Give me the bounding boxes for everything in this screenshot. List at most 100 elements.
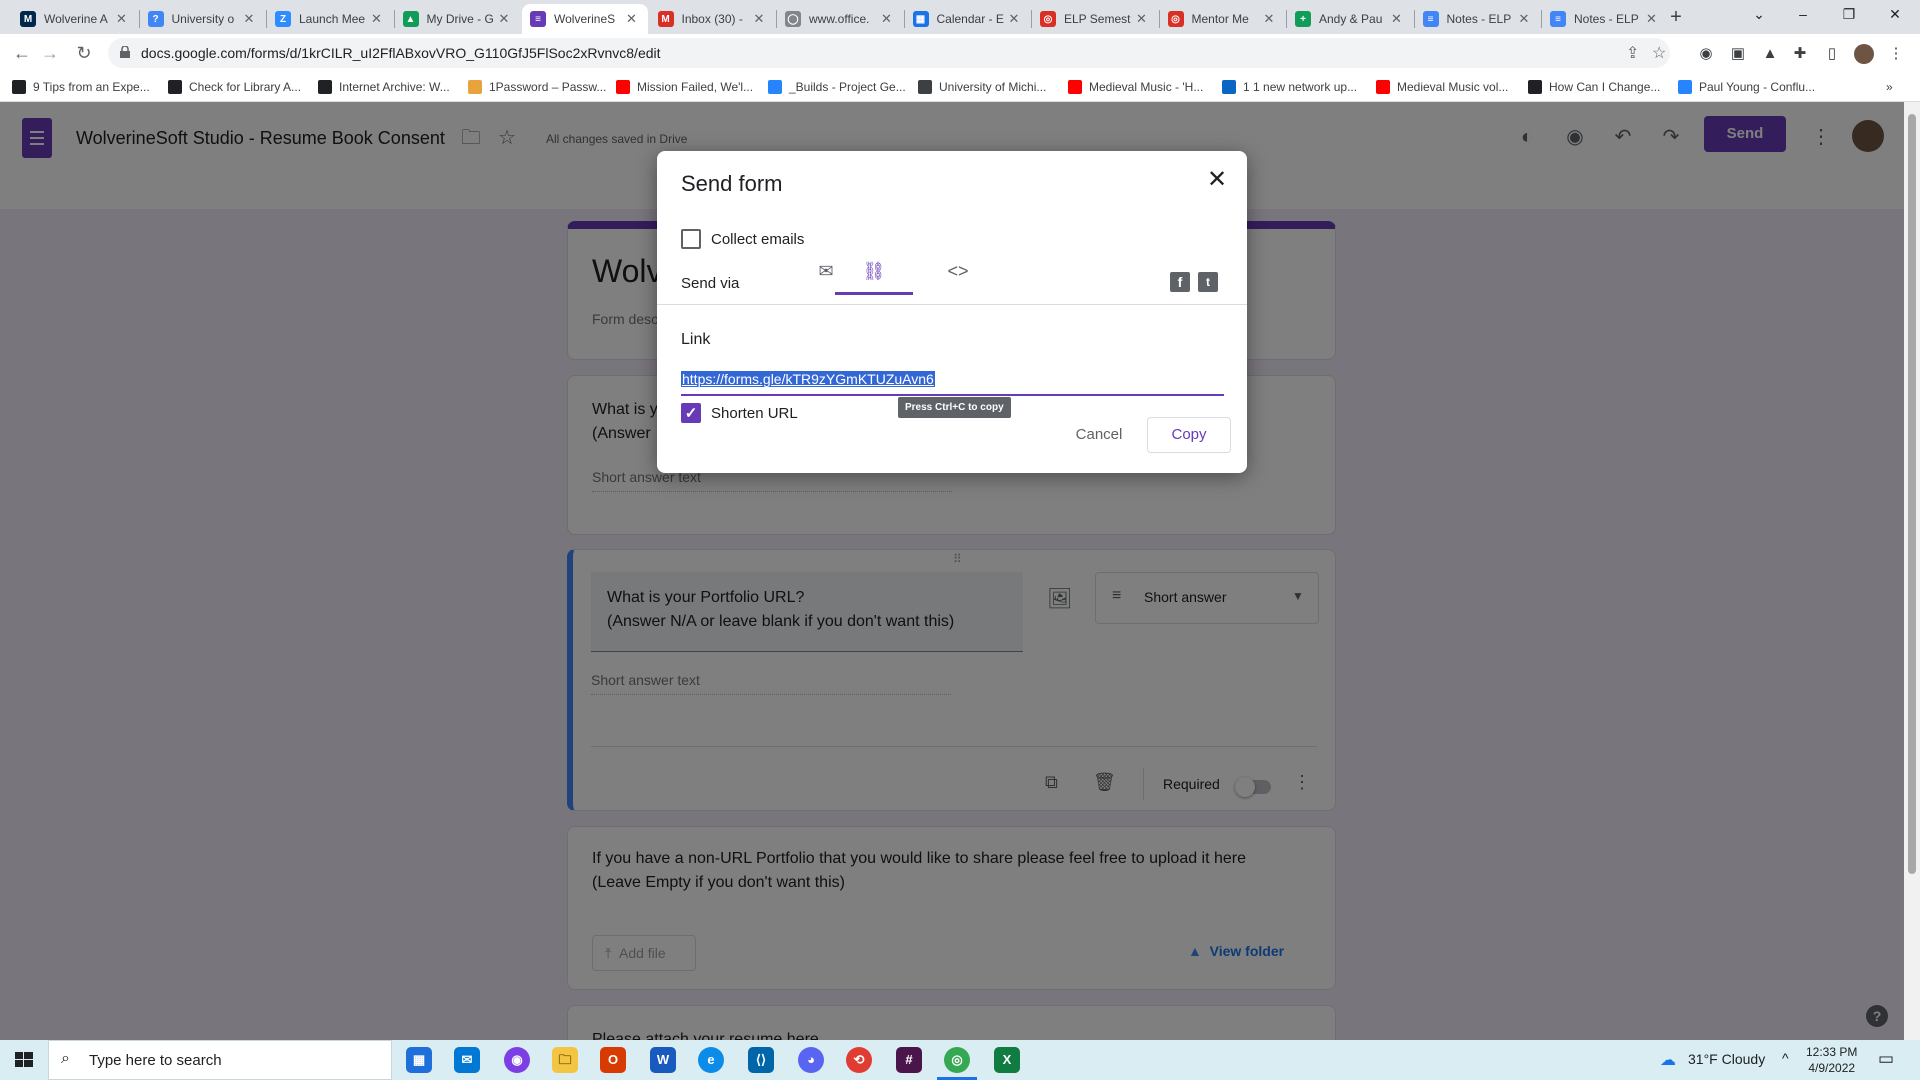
close-tab-icon[interactable]: ✕	[241, 11, 257, 27]
windows-taskbar: ⌕ Type here to search ▦ ✉ ◉ 🗀 O W e ⟨⟩ ◕…	[0, 1040, 1920, 1080]
close-tab-icon[interactable]: ✕	[496, 11, 512, 27]
close-tab-icon[interactable]: ✕	[624, 11, 640, 27]
weather-status[interactable]: 31°F Cloudy	[1688, 1051, 1765, 1067]
browser-tab[interactable]: ? University o ✕	[140, 4, 266, 34]
bookmark-item[interactable]: 9 Tips from an Expe...	[12, 78, 150, 96]
forward-icon[interactable]: →	[36, 40, 64, 68]
taskbar-clock[interactable]: 12:33 PM 4/9/2022	[1806, 1044, 1857, 1076]
bookmark-item[interactable]: Internet Archive: W...	[318, 78, 450, 96]
browser-tab[interactable]: M Inbox (30) - ✕	[650, 4, 776, 34]
browser-tab[interactable]: ◎ Mentor Me ✕	[1160, 4, 1286, 34]
close-tab-icon[interactable]: ✕	[1516, 11, 1532, 27]
browser-tab[interactable]: Z Launch Mee ✕	[267, 4, 393, 34]
browser-tab[interactable]: ≡ Notes - ELP ✕	[1415, 4, 1541, 34]
close-tab-icon[interactable]: ✕	[879, 11, 895, 27]
git-app-icon[interactable]: ⟲	[846, 1047, 872, 1073]
tab-title: My Drive - G	[426, 12, 494, 26]
back-icon[interactable]: ←	[8, 40, 36, 68]
cancel-button[interactable]: Cancel	[1061, 417, 1137, 453]
calendar-app-icon[interactable]: ▦	[406, 1047, 432, 1073]
browser-tab[interactable]: ◯ www.office. ✕	[777, 4, 903, 34]
search-icon: ⌕	[61, 1050, 70, 1067]
slack-app-icon[interactable]: #	[896, 1047, 922, 1073]
tab-embed[interactable]: <>	[919, 251, 997, 295]
bookmark-item[interactable]: How Can I Change...	[1528, 78, 1660, 96]
browser-tab[interactable]: ◎ ELP Semest ✕	[1032, 4, 1158, 34]
reading-list-icon[interactable]: ▯	[1822, 44, 1842, 64]
tab-favicon-icon: ▲	[402, 11, 419, 27]
chevron-up-icon[interactable]: ^	[1782, 1050, 1789, 1066]
link-url-text[interactable]: https://forms.gle/kTR9zYGmKTUZuAvn6	[681, 371, 935, 387]
extension-icon[interactable]: ◉	[1696, 44, 1716, 64]
new-tab-button[interactable]: +	[1663, 5, 1689, 31]
bookmark-item[interactable]: Medieval Music vol...	[1376, 78, 1508, 96]
office-app-icon[interactable]: O	[600, 1047, 626, 1073]
bookmark-label: 1Password – Passw...	[489, 80, 607, 94]
podcast-app-icon[interactable]: ◉	[504, 1047, 530, 1073]
extension-icon[interactable]: ▣	[1728, 44, 1748, 64]
start-button[interactable]	[0, 1040, 48, 1080]
browser-tab[interactable]: ▦ Calendar - E ✕	[905, 4, 1031, 34]
bookmark-item[interactable]: Mission Failed, We'l...	[616, 78, 753, 96]
bookmark-item[interactable]: Paul Young - Conflu...	[1678, 78, 1815, 96]
chrome-app-icon[interactable]: ◎	[944, 1047, 970, 1073]
reload-icon[interactable]: ↻	[70, 40, 98, 68]
bookmarks-overflow-icon[interactable]: »	[1886, 78, 1893, 96]
bookmark-star-icon[interactable]: ☆	[1652, 43, 1666, 63]
dialog-divider	[657, 304, 1247, 305]
close-icon[interactable]: ✕	[1203, 167, 1231, 195]
address-bar[interactable]: docs.google.com/forms/d/1krCILR_uI2FflAB…	[108, 38, 1670, 68]
bookmark-item[interactable]: Check for Library A...	[168, 78, 301, 96]
vscode-app-icon[interactable]: ⟨⟩	[748, 1047, 774, 1073]
browser-tab[interactable]: ▲ My Drive - G ✕	[395, 4, 521, 34]
url-text[interactable]: docs.google.com/forms/d/1krCILR_uI2FflAB…	[141, 45, 661, 61]
share-icon[interactable]: ⇪	[1626, 43, 1639, 63]
extensions-puzzle-icon[interactable]: ✚	[1790, 44, 1810, 64]
taskbar-search-box[interactable]: ⌕ Type here to search	[48, 1040, 392, 1080]
extension-icon[interactable]: ▲	[1760, 44, 1780, 64]
notification-center-icon[interactable]: ▭	[1878, 1049, 1894, 1069]
close-tab-icon[interactable]: ✕	[751, 11, 767, 27]
restore-icon[interactable]: ❐	[1826, 0, 1872, 30]
twitter-share-icon[interactable]: t	[1198, 272, 1218, 292]
tab-link[interactable]: ⛓	[835, 251, 913, 295]
close-tab-icon[interactable]: ✕	[114, 11, 130, 27]
scrollbar-thumb[interactable]	[1908, 114, 1916, 874]
profile-avatar[interactable]	[1854, 44, 1874, 64]
file-explorer-icon[interactable]: 🗀	[552, 1047, 578, 1073]
tab-favicon-icon: ◯	[785, 11, 801, 27]
minimize-icon[interactable]: –	[1780, 0, 1826, 30]
link-url-field[interactable]: https://forms.gle/kTR9zYGmKTUZuAvn6	[681, 367, 1224, 396]
browser-tab[interactable]: ≡ Notes - ELP ✕	[1542, 4, 1668, 34]
close-tab-icon[interactable]: ✕	[1389, 11, 1405, 27]
collect-emails-checkbox[interactable]	[681, 229, 701, 249]
bookmark-item[interactable]: Medieval Music - 'H...	[1068, 78, 1203, 96]
facebook-share-icon[interactable]: f	[1170, 272, 1190, 292]
close-tab-icon[interactable]: ✕	[369, 11, 385, 27]
bookmark-item[interactable]: 1Password – Passw...	[468, 78, 606, 96]
browser-tab[interactable]: ≡ WolverineS ✕	[522, 4, 648, 34]
discord-app-icon[interactable]: ◕	[798, 1047, 824, 1073]
tab-favicon-icon: ≡	[1422, 11, 1439, 27]
browser-menu-icon[interactable]: ⋮	[1886, 44, 1906, 64]
copy-button[interactable]: Copy	[1147, 417, 1231, 453]
page-scrollbar[interactable]	[1904, 102, 1920, 1040]
close-window-icon[interactable]: ✕	[1872, 0, 1918, 30]
close-tab-icon[interactable]: ✕	[1261, 11, 1277, 27]
excel-app-icon[interactable]: X	[994, 1047, 1020, 1073]
bookmark-item[interactable]: _Builds - Project Ge...	[768, 78, 906, 96]
mail-app-icon[interactable]: ✉	[454, 1047, 480, 1073]
browser-tab[interactable]: M Wolverine A ✕	[12, 4, 138, 34]
edge-browser-icon[interactable]: e	[698, 1047, 724, 1073]
shorten-url-checkbox[interactable]: ✓	[681, 403, 701, 423]
close-tab-icon[interactable]: ✕	[1006, 11, 1022, 27]
bookmark-item[interactable]: 1 1 new network up...	[1222, 78, 1357, 96]
word-app-icon[interactable]: W	[650, 1047, 676, 1073]
close-tab-icon[interactable]: ✕	[1134, 11, 1150, 27]
close-tab-icon[interactable]: ✕	[1644, 11, 1660, 27]
tab-favicon-icon: ≡	[530, 11, 546, 27]
tab-favicon-icon: Z	[275, 11, 291, 27]
browser-tab[interactable]: + Andy & Pau ✕	[1287, 4, 1413, 34]
tab-search-icon[interactable]: ⌄	[1736, 0, 1782, 30]
bookmark-item[interactable]: University of Michi...	[918, 78, 1046, 96]
